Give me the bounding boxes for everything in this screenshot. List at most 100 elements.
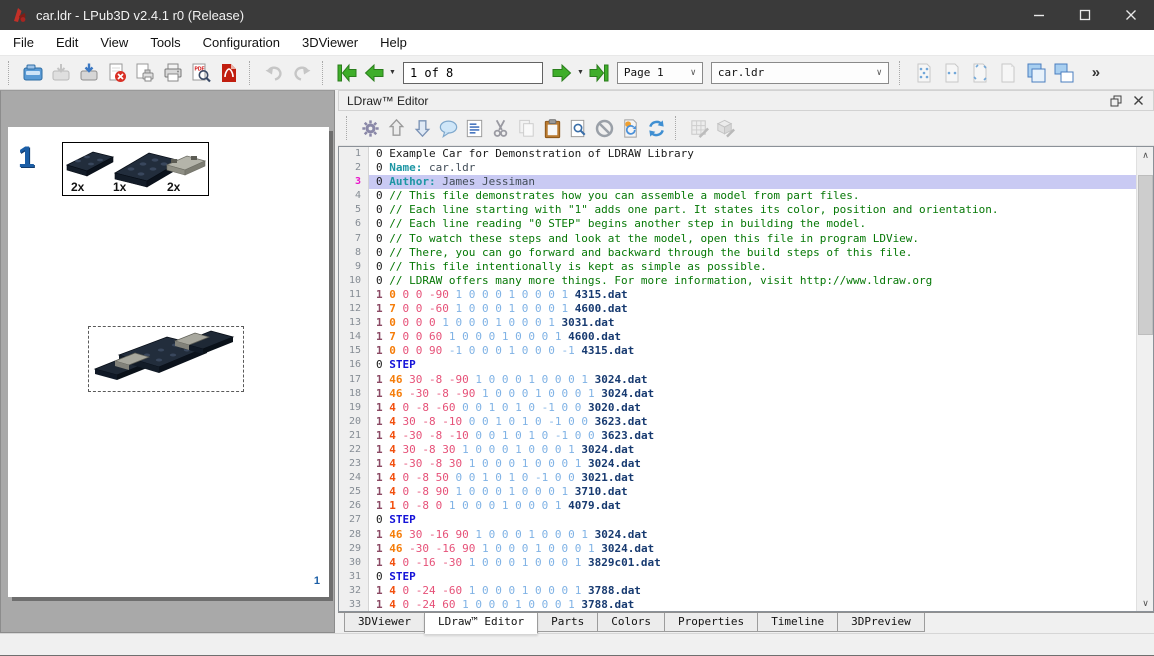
tab-properties[interactable]: Properties — [663, 613, 759, 632]
editor-line[interactable]: 11 1 0 0 0 -90 1 0 0 0 1 0 0 0 1 4315.dat — [339, 287, 1136, 303]
editor-line[interactable]: 20 1 4 30 -8 -10 0 0 1 0 1 0 -1 0 0 3623.… — [339, 414, 1136, 429]
page-range-input[interactable] — [402, 61, 543, 84]
editor-line[interactable]: 29 1 46 -30 -16 90 1 0 0 0 1 0 0 0 1 3024… — [339, 541, 1136, 556]
tile-windows-button[interactable] — [1050, 59, 1078, 87]
parts-list-box[interactable]: 2x 1x 2x — [62, 142, 209, 196]
refresh-button[interactable] — [643, 115, 669, 141]
editor-text-area[interactable]: 1 0 Example Car for Demonstration of LDRA… — [338, 146, 1154, 612]
editor-scrollbar[interactable]: ∧ ∨ — [1136, 147, 1153, 611]
print-preview-button[interactable] — [131, 59, 159, 87]
editor-line[interactable]: 28 1 46 30 -16 90 1 0 0 0 1 0 0 0 1 3024.… — [339, 527, 1136, 542]
last-page-button[interactable] — [585, 59, 613, 87]
dropdown-caret-icon[interactable]: ▼ — [577, 69, 584, 76]
tab-timeline[interactable]: Timeline — [757, 613, 839, 632]
close-button[interactable] — [1108, 0, 1154, 30]
editor-line[interactable]: 27 0 STEP — [339, 513, 1136, 528]
editor-line[interactable]: 24 1 4 0 -8 50 0 0 1 0 1 0 -1 0 0 3021.da… — [339, 471, 1136, 486]
export-pdf-button[interactable] — [215, 59, 243, 87]
menu-tools[interactable]: Tools — [139, 30, 191, 56]
editor-line[interactable]: 26 1 1 0 -8 0 1 0 0 0 1 0 0 0 1 4079.dat — [339, 499, 1136, 514]
editor-line[interactable]: 12 1 7 0 0 -60 1 0 0 0 1 0 0 0 1 4600.dat — [339, 302, 1136, 317]
line-number: 1 — [339, 147, 369, 162]
instruction-page[interactable]: 1 2x 1x 2x 1 — [8, 127, 329, 597]
assembly-image — [93, 330, 235, 380]
close-file-button[interactable] — [103, 59, 131, 87]
editor-line[interactable]: 22 1 4 30 -8 30 1 0 0 0 1 0 0 0 1 3024.da… — [339, 442, 1136, 458]
editor-line[interactable]: 14 1 7 0 0 60 1 0 0 0 1 0 0 0 1 4600.dat — [339, 330, 1136, 345]
line-number: 14 — [339, 330, 369, 345]
preferences-button[interactable] — [357, 115, 383, 141]
editor-line[interactable]: 10 0 // LDRAW offers many more things. Fo… — [339, 273, 1136, 288]
editor-line[interactable]: 7 0 // To watch these steps and look at t… — [339, 231, 1136, 246]
editor-line[interactable]: 32 1 4 0 -24 -60 1 0 0 0 1 0 0 0 1 3788.d… — [339, 583, 1136, 598]
scroll-up-icon[interactable]: ∧ — [1137, 147, 1153, 163]
upload-button[interactable] — [383, 115, 409, 141]
cancel-edit-button[interactable] — [591, 115, 617, 141]
assembly-selection[interactable] — [88, 326, 244, 392]
editor-line[interactable]: 30 Author: James Jessiman — [339, 175, 1136, 190]
tab-3dviewer[interactable]: 3DViewer — [344, 613, 425, 632]
editor-line[interactable]: 30 1 4 0 -16 -30 1 0 0 0 1 0 0 0 1 3829c0… — [339, 555, 1136, 570]
editor-line[interactable]: 31 0 STEP — [339, 569, 1136, 584]
find-button[interactable] — [565, 115, 591, 141]
editor-line[interactable]: 4 0 // This file demonstrates how you can… — [339, 189, 1136, 204]
tab-ldraw-editor[interactable]: LDraw™ Editor — [423, 613, 539, 634]
add-comment-button[interactable] — [435, 115, 461, 141]
tab-colors[interactable]: Colors — [597, 613, 665, 632]
first-page-button[interactable] — [333, 59, 361, 87]
editor-line[interactable]: 6 0 // Each line reading "0 STEP" begins … — [339, 217, 1136, 232]
editor-line[interactable]: 33 1 4 0 -24 60 1 0 0 0 1 0 0 0 1 3788.da… — [339, 598, 1136, 611]
code-text: 1 46 30 -16 90 1 0 0 0 1 0 0 0 1 3024.da… — [376, 527, 648, 541]
maximize-button[interactable] — [1062, 0, 1108, 30]
editor-line[interactable]: 17 1 46 30 -8 -90 1 0 0 0 1 0 0 0 1 3024.… — [339, 372, 1136, 387]
scroll-down-icon[interactable]: ∨ — [1137, 595, 1153, 611]
code-text: 1 7 0 0 -60 1 0 0 0 1 0 0 0 1 4600.dat — [376, 302, 628, 316]
editor-line[interactable]: 5 0 // Each line starting with "1" adds o… — [339, 203, 1136, 218]
dock-header[interactable]: LDraw™ Editor — [338, 90, 1154, 111]
editor-line[interactable]: 15 1 0 0 0 90 -1 0 0 0 1 0 0 0 -1 4315.da… — [339, 344, 1136, 359]
editor-line[interactable]: 16 0 STEP — [339, 358, 1136, 373]
menu-configuration[interactable]: Configuration — [192, 30, 291, 56]
save-as-button[interactable] — [75, 59, 103, 87]
float-dock-button[interactable] — [1105, 92, 1127, 110]
editor-line[interactable]: 18 1 46 -30 -8 -90 1 0 0 0 1 0 0 0 1 3024… — [339, 386, 1136, 401]
editor-line[interactable]: 25 1 4 0 -8 90 1 0 0 0 1 0 0 0 1 3710.dat — [339, 485, 1136, 500]
toolbar-overflow-button[interactable]: » — [1082, 59, 1110, 87]
app-logo-icon — [10, 6, 28, 24]
menu-edit[interactable]: Edit — [45, 30, 89, 56]
next-page-button[interactable]: ▼ — [549, 59, 585, 87]
tab-3dpreview[interactable]: 3DPreview — [837, 613, 925, 632]
previous-page-button[interactable]: ▼ — [361, 59, 397, 87]
editor-line[interactable]: 9 0 // This file intentionally is kept as… — [339, 259, 1136, 274]
download-button[interactable] — [409, 115, 435, 141]
editor-line[interactable]: 23 1 4 -30 -8 30 1 0 0 0 1 0 0 0 1 3024.d… — [339, 457, 1136, 472]
paste-button[interactable] — [539, 115, 565, 141]
doc-down-icon — [411, 117, 434, 140]
menu-help[interactable]: Help — [369, 30, 418, 56]
update-model-button[interactable] — [617, 115, 643, 141]
editor-line[interactable]: 13 1 0 0 0 0 1 0 0 0 1 0 0 0 1 3031.dat — [339, 316, 1136, 331]
file-select[interactable]: car.ldr ∨ — [710, 61, 889, 84]
cascade-windows-button[interactable] — [1022, 59, 1050, 87]
menu-view[interactable]: View — [89, 30, 139, 56]
editor-line[interactable]: 19 1 4 0 -8 -60 0 0 1 0 1 0 -1 0 0 3020.d… — [339, 400, 1136, 415]
editor-line[interactable]: 1 0 Example Car for Demonstration of LDRA… — [339, 147, 1136, 162]
editor-line[interactable]: 8 0 // There, you can go forward and back… — [339, 245, 1136, 260]
menu-3dviewer[interactable]: 3DViewer — [291, 30, 369, 56]
format-document-button[interactable] — [461, 115, 487, 141]
dropdown-caret-icon[interactable]: ▼ — [389, 69, 396, 76]
tab-parts[interactable]: Parts — [537, 613, 599, 632]
page-preview-panel[interactable]: 1 2x 1x 2x 1 — [0, 90, 335, 633]
menu-file[interactable]: File — [2, 30, 45, 56]
print-file-button[interactable] — [159, 59, 187, 87]
export-pdf-preview-button[interactable]: PDF — [187, 59, 215, 87]
scrollbar-thumb[interactable] — [1138, 175, 1153, 335]
cut-button[interactable] — [487, 115, 513, 141]
editor-line[interactable]: 21 1 4 -30 -8 -10 0 0 1 0 1 0 -1 0 0 3623… — [339, 428, 1136, 443]
page-select[interactable]: Page 1 ∨ — [616, 61, 703, 84]
editor-line[interactable]: 2 0 Name: car.ldr — [339, 161, 1136, 176]
step-number[interactable]: 1 — [18, 141, 35, 175]
close-dock-button[interactable] — [1127, 92, 1149, 110]
open-file-button[interactable] — [19, 59, 47, 87]
minimize-button[interactable] — [1016, 0, 1062, 30]
